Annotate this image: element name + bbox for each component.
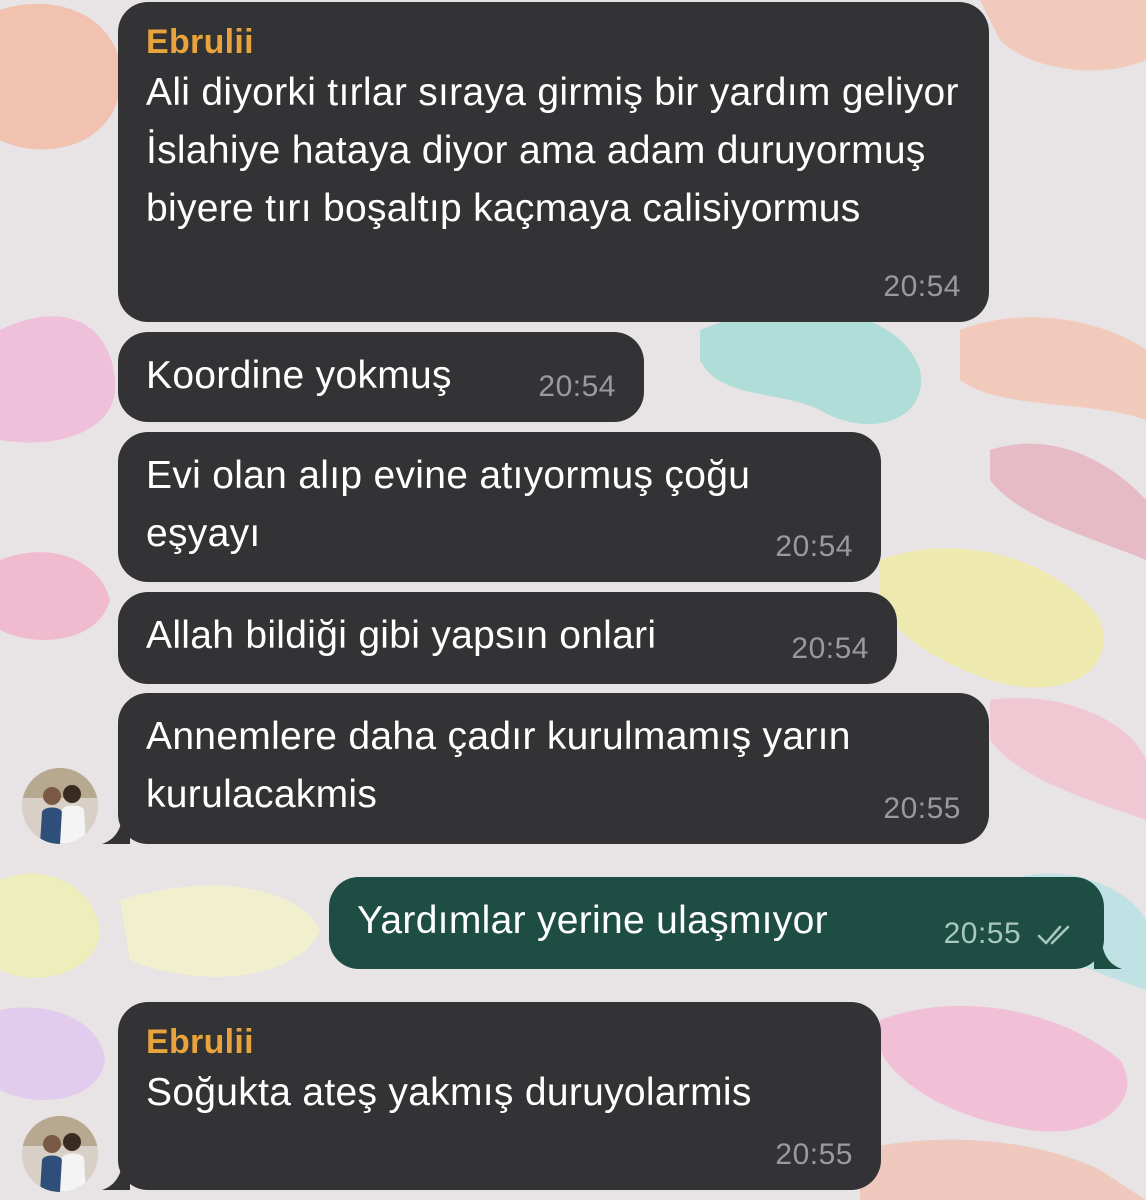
message-text: Annemlere daha çadır kurulmamış yarın ku… xyxy=(146,715,851,816)
avatar-photo-icon xyxy=(22,1116,98,1192)
contact-avatar[interactable] xyxy=(22,1116,98,1192)
message-time-value: 20:55 xyxy=(943,917,1022,950)
bubble-tail xyxy=(102,1160,130,1190)
message-text: Evi olan alıp evine atıyormuş çoğu eşyay… xyxy=(146,454,751,555)
message-time: 20:55 xyxy=(775,1138,853,1171)
message-bubble-incoming[interactable]: Ebrulii Soğukta ateş yakmış duruyolarmis… xyxy=(118,1002,881,1190)
message-bubble-incoming[interactable]: Ebrulii Ali diyorki tırlar sıraya girmiş… xyxy=(118,2,989,322)
double-check-icon xyxy=(1037,925,1070,945)
bubble-tail xyxy=(102,814,130,844)
message-time: 20:54 xyxy=(538,370,616,403)
bubble-tail-outgoing xyxy=(1094,939,1122,969)
message-time: 20:54 xyxy=(883,270,961,303)
message-bubble-incoming[interactable]: Koordine yokmuş 20:54 xyxy=(118,332,644,422)
sender-name[interactable]: Ebrulii xyxy=(146,22,961,62)
message-bubble-incoming[interactable]: Annemlere daha çadır kurulmamış yarın ku… xyxy=(118,693,989,844)
message-text: Soğukta ateş yakmış duruyolarmis xyxy=(146,1071,752,1114)
contact-avatar[interactable] xyxy=(22,768,98,844)
message-text: Ali diyorki tırlar sıraya girmiş bir yar… xyxy=(146,71,959,230)
message-bubble-outgoing[interactable]: Yardımlar yerine ulaşmıyor 20:55 xyxy=(329,877,1104,969)
message-time: 20:55 xyxy=(944,917,1078,951)
message-time: 20:55 xyxy=(883,792,961,825)
chat-thread: Ebrulii Ali diyorki tırlar sıraya girmiş… xyxy=(0,0,1146,1200)
message-time: 20:54 xyxy=(791,632,869,665)
sender-name[interactable]: Ebrulii xyxy=(146,1022,853,1062)
message-bubble-incoming[interactable]: Evi olan alıp evine atıyormuş çoğu eşyay… xyxy=(118,432,881,582)
message-bubble-incoming[interactable]: Allah bildiği gibi yapsın onlari 20:54 xyxy=(118,592,897,684)
message-text: Allah bildiği gibi yapsın onlari xyxy=(146,614,657,657)
avatar-photo-icon xyxy=(22,768,98,844)
message-time: 20:54 xyxy=(775,530,853,563)
